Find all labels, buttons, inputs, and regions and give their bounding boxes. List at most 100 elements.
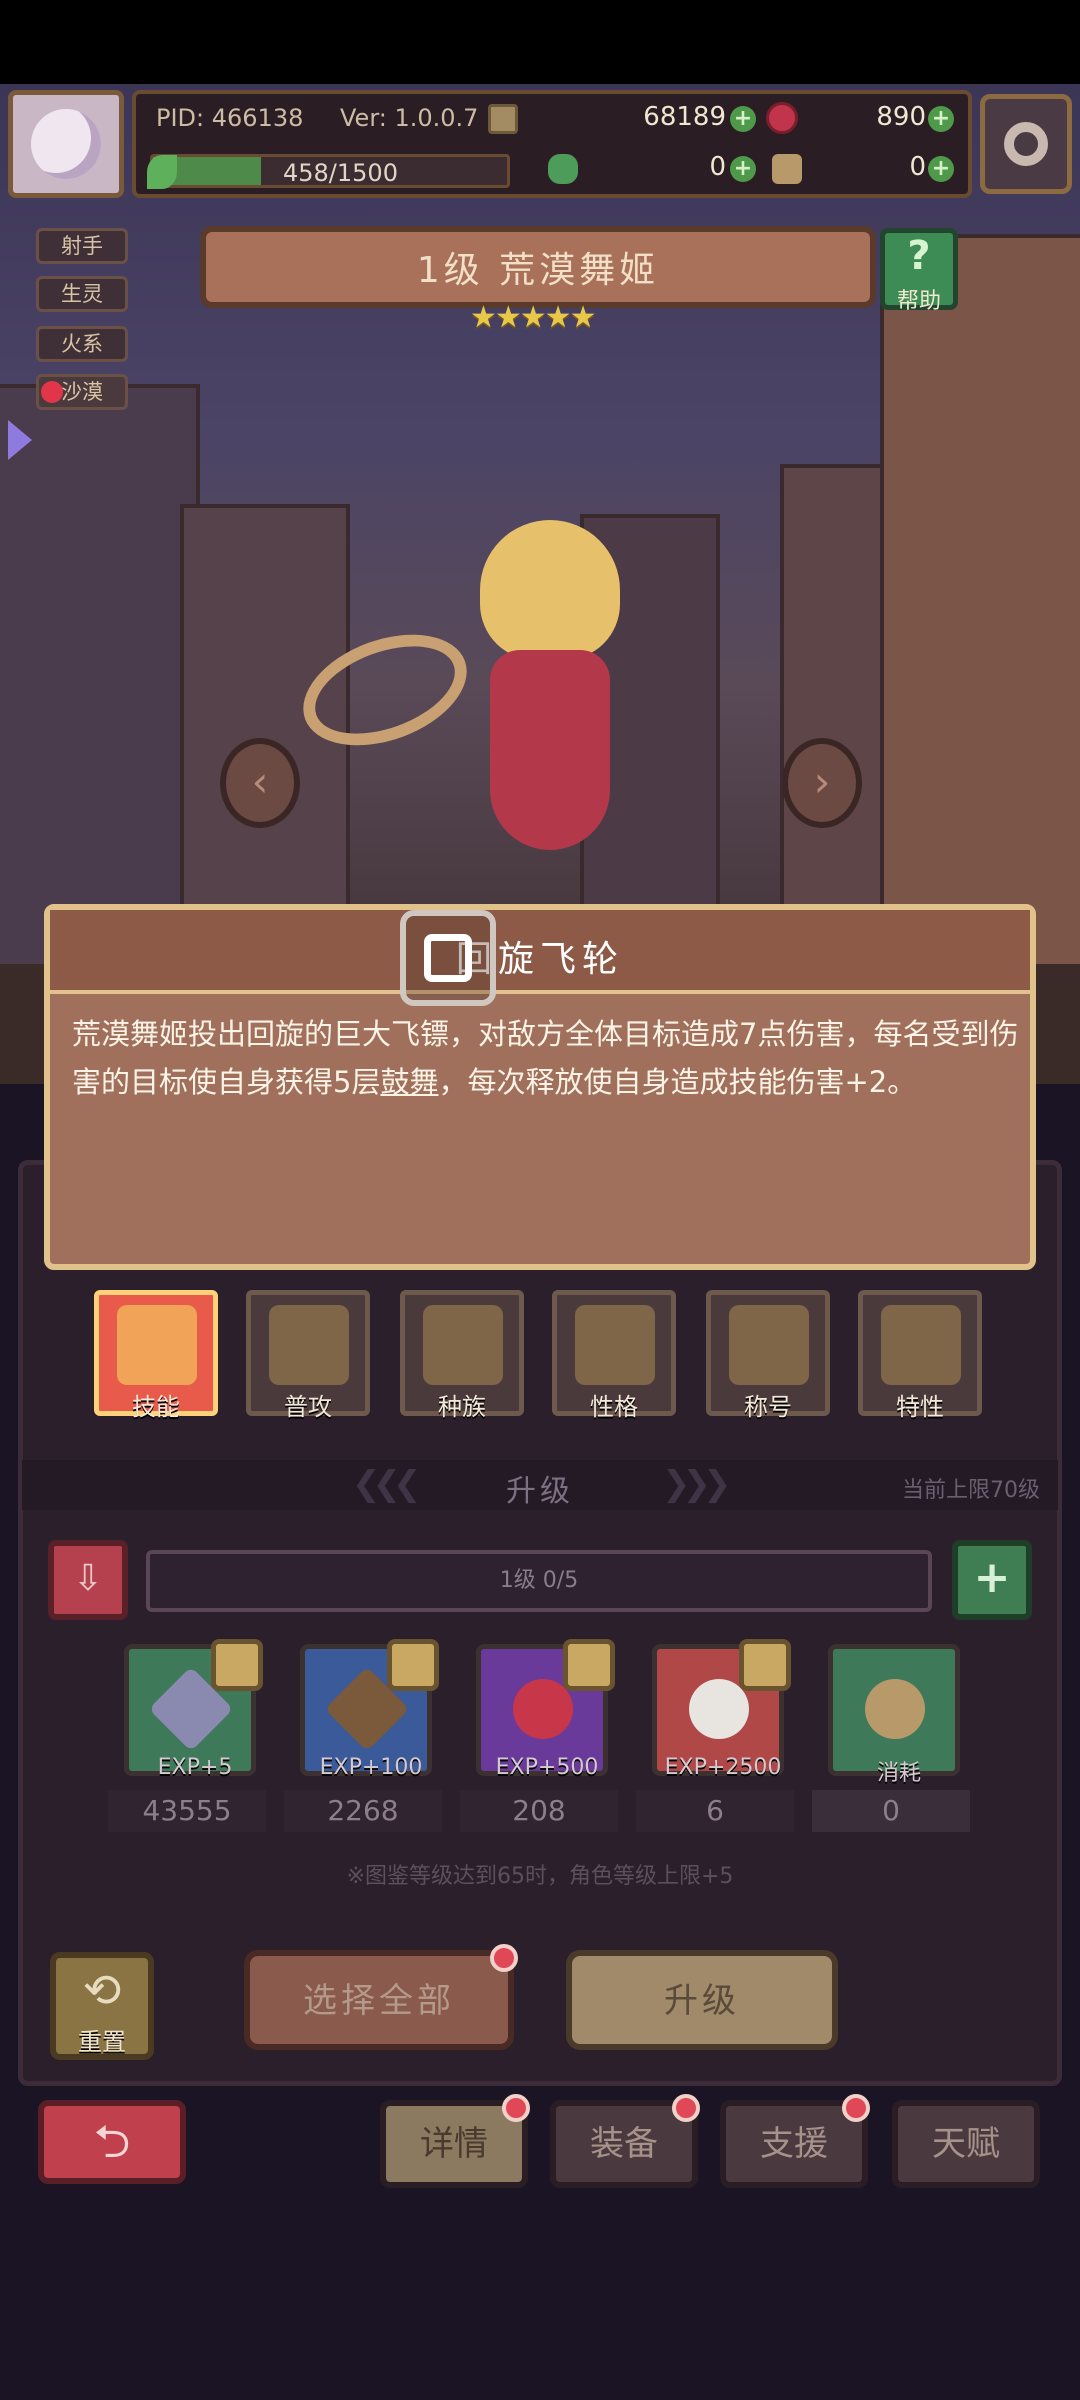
upgrade-section-header: ❮❮❮ 升级 ❯❯❯ 当前上限70级 bbox=[22, 1460, 1058, 1510]
gear-icon bbox=[1004, 122, 1048, 166]
skill-keyword-link[interactable]: 鼓舞 bbox=[380, 1065, 438, 1099]
plus-icon: + bbox=[973, 1552, 1011, 1603]
tab-personality[interactable]: 性格 bbox=[552, 1290, 676, 1421]
item-label: EXP+500 bbox=[495, 1755, 599, 1780]
notification-dot bbox=[502, 2094, 530, 2122]
gold-coin-icon bbox=[488, 104, 518, 134]
decrease-level-button[interactable]: ⇩ bbox=[48, 1540, 128, 1620]
gem-icon bbox=[766, 102, 798, 134]
level-cap-note: ※图鉴等级达到65时，角色等级上限+5 bbox=[346, 1864, 734, 1889]
back-button[interactable]: ⮌ bbox=[38, 2100, 186, 2184]
avatar-face bbox=[31, 109, 101, 179]
notification-dot bbox=[490, 1944, 518, 1972]
reset-button[interactable]: ⟲ 重置 bbox=[50, 1952, 154, 2060]
version-label: Ver: 1.0.0.7 bbox=[340, 104, 479, 132]
hand-amount: 0 bbox=[909, 152, 926, 182]
resource-bar: PID: 466138 Ver: 1.0.0.7 68189 + 890 + 4… bbox=[132, 90, 972, 198]
tab-title[interactable]: 称号 bbox=[706, 1290, 830, 1421]
tag-creature: 生灵 bbox=[36, 276, 128, 312]
item-label: 消耗 bbox=[876, 1761, 921, 1786]
item-count: 6 bbox=[636, 1790, 794, 1832]
item-count: 208 bbox=[460, 1790, 618, 1832]
upgrade-button[interactable]: 升级 bbox=[566, 1950, 838, 2050]
tab-label: 称号 bbox=[744, 1393, 792, 1421]
figure-icon bbox=[729, 1305, 809, 1385]
back-arrow-icon: ⮌ bbox=[93, 2114, 131, 2168]
figure-icon bbox=[575, 1305, 655, 1385]
leaf-icon bbox=[147, 155, 177, 189]
character-title-plate: 1级 荒漠舞姬 bbox=[200, 226, 876, 308]
paw-coin-icon bbox=[852, 1666, 938, 1752]
tag-desert-label: 沙漠 bbox=[61, 380, 103, 404]
character-body bbox=[490, 650, 610, 850]
question-icon: ? bbox=[907, 233, 931, 279]
help-label: 帮助 bbox=[896, 289, 941, 314]
player-id: PID: 466138 bbox=[156, 104, 304, 132]
character-sprite bbox=[440, 520, 660, 900]
tab-label: 技能 bbox=[132, 1393, 180, 1421]
character-title: 1级 荒漠舞姬 bbox=[416, 250, 660, 291]
status-bar-area bbox=[0, 0, 1080, 84]
add-hand-button[interactable]: + bbox=[928, 156, 954, 182]
tab-label: 特性 bbox=[896, 1393, 944, 1421]
select-all-button[interactable]: 选择全部 bbox=[244, 1950, 514, 2050]
consume-slot[interactable]: 消耗 bbox=[828, 1644, 960, 1786]
reset-label: 重置 bbox=[78, 2028, 126, 2056]
tab-race[interactable]: 种族 bbox=[400, 1290, 524, 1421]
item-count: 43555 bbox=[108, 1790, 266, 1832]
lock-icon[interactable] bbox=[211, 1639, 263, 1691]
side-drawer-arrow-icon[interactable] bbox=[8, 420, 32, 460]
star-rating: ★★★★★ bbox=[470, 300, 596, 335]
prev-character-button[interactable]: ‹ bbox=[220, 738, 300, 828]
refresh-icon: ⟲ bbox=[82, 1963, 122, 2017]
item-label: EXP+2500 bbox=[664, 1755, 782, 1780]
clover-amount: 0 bbox=[709, 152, 726, 182]
next-character-button[interactable]: › bbox=[782, 738, 862, 828]
settings-button[interactable] bbox=[980, 94, 1072, 194]
exp-text: 458/1500 bbox=[283, 159, 398, 187]
exp-item[interactable]: EXP+100 bbox=[300, 1639, 439, 1780]
exp-item[interactable]: EXP+500 bbox=[476, 1639, 615, 1780]
item-label: EXP+100 bbox=[319, 1755, 423, 1780]
skill-name: 回旋飞轮 bbox=[455, 939, 624, 980]
focus-frame-icon bbox=[400, 910, 496, 1006]
character-head bbox=[480, 520, 620, 660]
add-gold-button[interactable]: + bbox=[730, 106, 756, 132]
exp-item[interactable]: EXP+2500 bbox=[652, 1639, 791, 1780]
increase-level-button[interactable]: + bbox=[952, 1540, 1032, 1620]
lock-icon[interactable] bbox=[563, 1639, 615, 1691]
skill-tooltip: 回旋飞轮 荒漠舞姬投出回旋的巨大飞镖，对敌方全体目标造成7点伤害，每名受到伤害的… bbox=[44, 904, 1036, 1270]
skill-description: 荒漠舞姬投出回旋的巨大飞镖，对敌方全体目标造成7点伤害，每名受到伤害的目标使自身… bbox=[72, 1010, 1020, 1106]
exp-item[interactable]: EXP+5 bbox=[124, 1639, 263, 1780]
gem-amount: 890 bbox=[876, 102, 926, 132]
tab-trait[interactable]: 特性 bbox=[858, 1290, 982, 1421]
player-avatar[interactable] bbox=[8, 90, 124, 198]
clover-icon bbox=[548, 154, 578, 184]
exp-bar: 458/1500 bbox=[147, 154, 510, 189]
cat-icon bbox=[423, 1305, 503, 1385]
red-dot-icon bbox=[41, 381, 63, 403]
tag-desert: 沙漠 bbox=[36, 374, 128, 410]
tab-label: 性格 bbox=[590, 1393, 638, 1421]
tab-attack[interactable]: 普攻 bbox=[246, 1290, 370, 1421]
skill-desc-text-end: ，每次释放使自身造成技能伤害+2。 bbox=[438, 1065, 917, 1099]
tab-label: 种族 bbox=[438, 1393, 486, 1421]
hand-icon bbox=[772, 154, 802, 184]
header: PID: 466138 Ver: 1.0.0.7 68189 + 890 + 4… bbox=[8, 90, 1072, 202]
lock-icon[interactable] bbox=[387, 1639, 439, 1691]
item-count: 0 bbox=[812, 1790, 970, 1832]
nav-talent[interactable]: 天赋 bbox=[892, 2100, 1040, 2188]
help-button[interactable]: ? 帮助 bbox=[880, 228, 958, 314]
chevrons-right-icon: ❯❯❯ bbox=[662, 1464, 732, 1504]
add-gems-button[interactable]: + bbox=[928, 106, 954, 132]
tab-skill[interactable]: 技能 bbox=[94, 1290, 218, 1421]
skill-icon bbox=[117, 1305, 197, 1385]
item-count: 2268 bbox=[284, 1790, 442, 1832]
tab-label: 普攻 bbox=[284, 1393, 332, 1421]
lock-icon[interactable] bbox=[739, 1639, 791, 1691]
download-arrow-icon: ⇩ bbox=[72, 1558, 104, 1599]
square-icon bbox=[424, 934, 472, 982]
notification-dot bbox=[842, 2094, 870, 2122]
add-clover-button[interactable]: + bbox=[730, 156, 756, 182]
figure-icon bbox=[881, 1305, 961, 1385]
